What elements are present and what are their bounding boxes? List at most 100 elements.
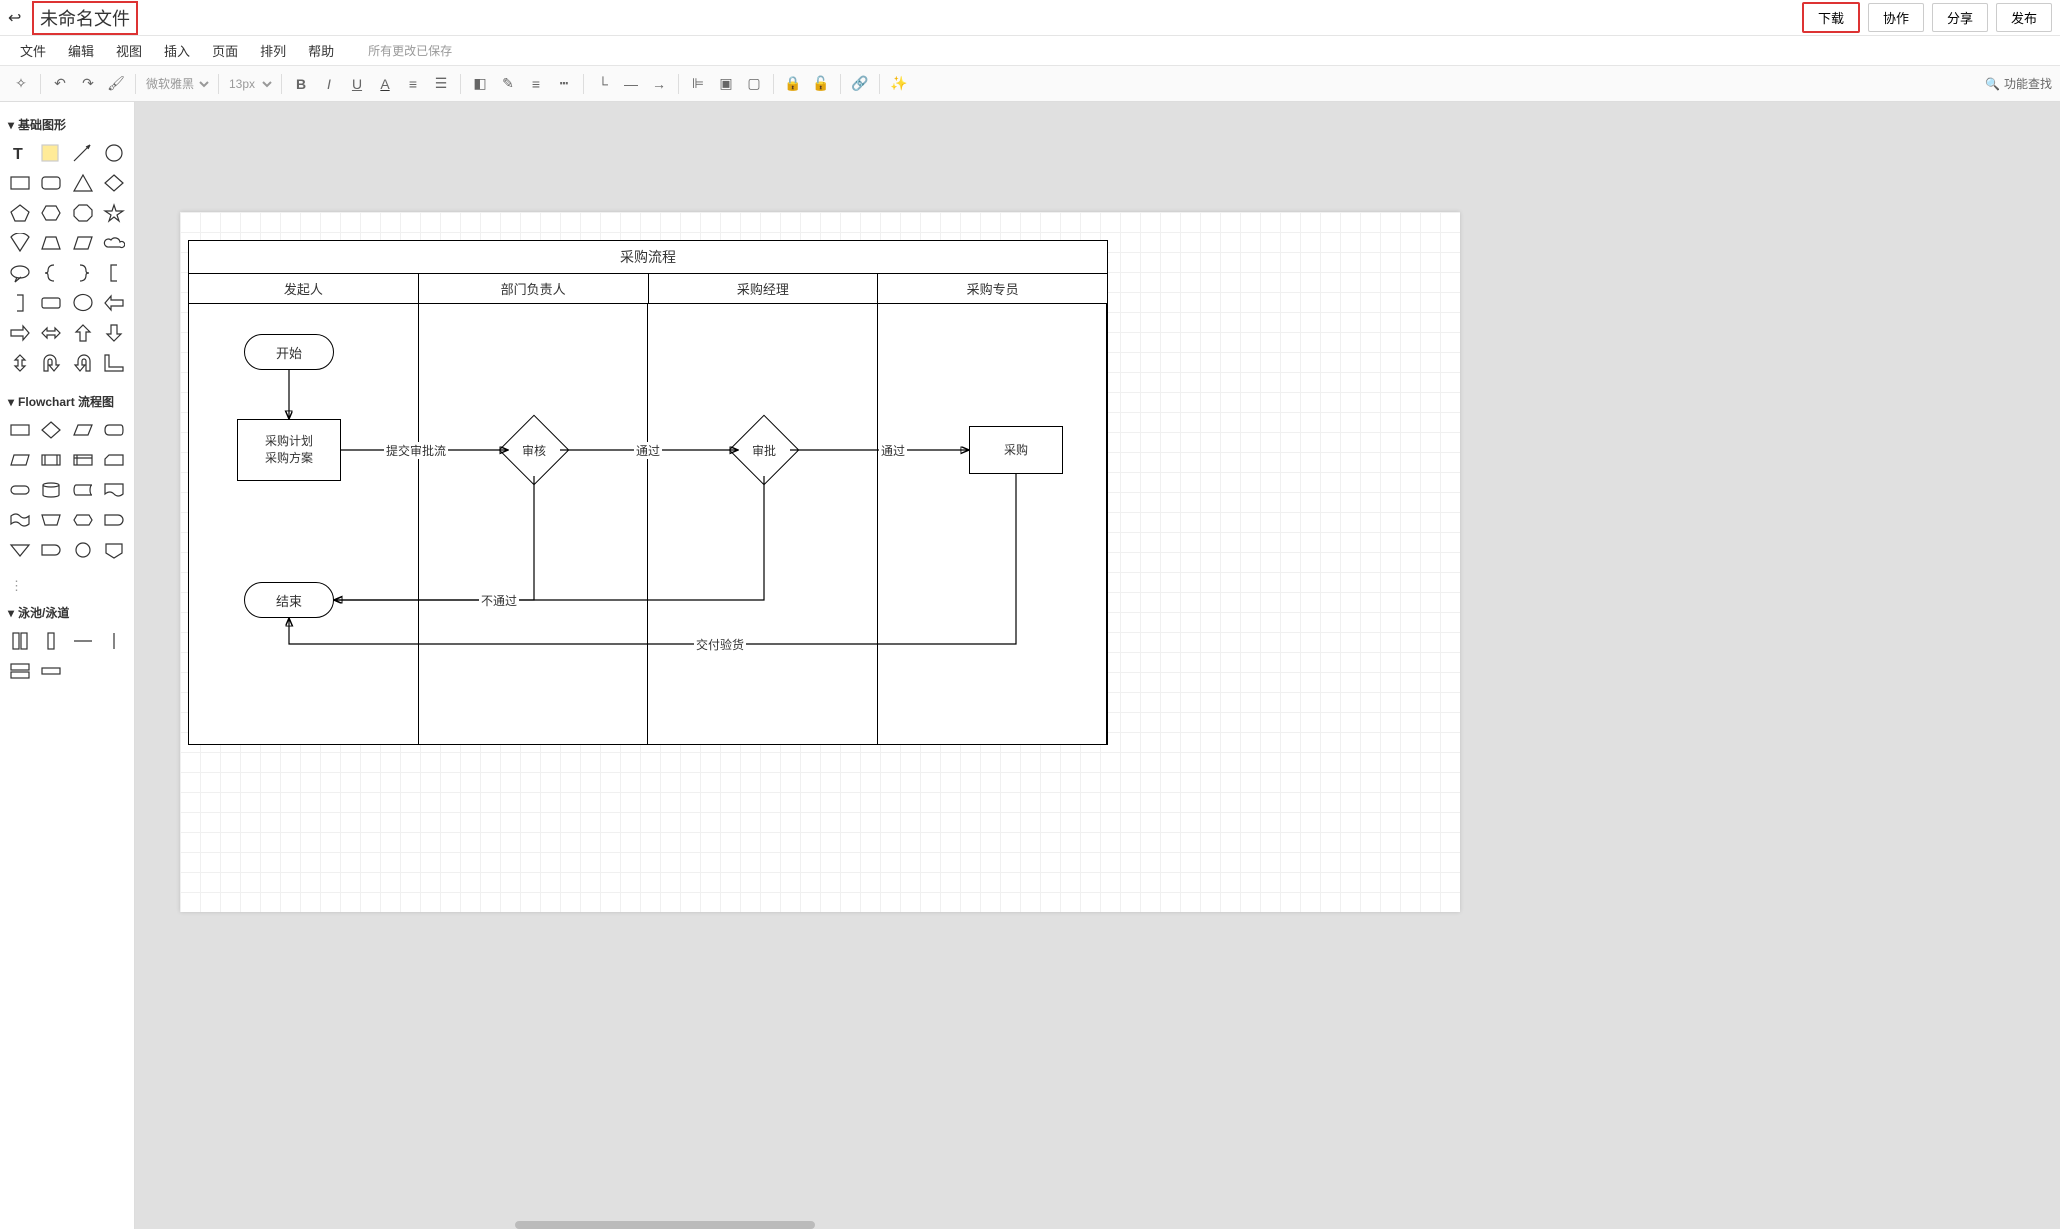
shape-bracket-r[interactable] [6,291,34,315]
back-arrow-icon[interactable]: ↩ [8,8,26,28]
lane-header-1[interactable]: 部门负责人 [419,274,649,303]
section-swimlane[interactable]: ▾ 泳池/泳道 [4,598,130,629]
line-width-icon[interactable]: ≡ [523,71,549,97]
section-flowchart[interactable]: ▾ Flowchart 流程图 [4,387,130,418]
shape-brace-r[interactable] [69,261,97,285]
node-review[interactable]: 审核 [499,415,569,485]
redo-icon[interactable]: ↷ [75,71,101,97]
sl-pool-h[interactable] [6,659,34,683]
shape-star[interactable] [101,201,129,225]
fc-database[interactable] [38,478,66,502]
menu-page[interactable]: 页面 [212,41,238,60]
shape-uturn2[interactable] [69,351,97,375]
menu-edit[interactable]: 编辑 [68,41,94,60]
arrow-start-icon[interactable]: — [618,71,644,97]
node-purchase[interactable]: 采购 [969,426,1063,474]
shape-octagon[interactable] [69,201,97,225]
collaborate-button[interactable]: 协作 [1868,3,1924,32]
list-icon[interactable]: ☰ [428,71,454,97]
fc-stored[interactable] [69,478,97,502]
shape-arrow-ud[interactable] [6,351,34,375]
node-start[interactable]: 开始 [244,334,334,370]
shape-parallelogram[interactable] [69,231,97,255]
link-icon[interactable]: 🔗 [847,71,873,97]
shape-bracket-l[interactable] [101,261,129,285]
fc-circle[interactable] [69,538,97,562]
line-color-icon[interactable]: ✎ [495,71,521,97]
node-end[interactable]: 结束 [244,582,334,618]
fill-color-icon[interactable]: ◧ [467,71,493,97]
shape-corner[interactable] [101,351,129,375]
sl-lane-h[interactable] [38,659,66,683]
shape-arrow-left[interactable] [101,291,129,315]
font-color-icon[interactable]: A [372,71,398,97]
shape-pentagon[interactable] [6,201,34,225]
font-family-select[interactable]: 微软雅黑 [142,76,212,92]
fc-decision[interactable] [38,418,66,442]
menu-file[interactable]: 文件 [20,41,46,60]
fc-terminator[interactable] [6,478,34,502]
menu-insert[interactable]: 插入 [164,41,190,60]
sl-sep-v[interactable] [101,629,129,653]
format-painter-icon[interactable]: 🖌 [103,71,129,97]
fc-process[interactable] [6,418,34,442]
menu-help[interactable]: 帮助 [308,41,334,60]
fc-card[interactable] [101,448,129,472]
shape-callout[interactable] [6,261,34,285]
horizontal-scrollbar[interactable] [515,1221,815,1229]
align-objects-icon[interactable]: ⊫ [685,71,711,97]
fc-manual[interactable] [38,508,66,532]
node-approve[interactable]: 审批 [729,415,799,485]
feature-search[interactable]: 功能查找 [2004,75,2052,92]
bring-front-icon[interactable]: ▣ [713,71,739,97]
fc-offpage[interactable] [101,538,129,562]
share-button[interactable]: 分享 [1932,3,1988,32]
shape-note[interactable] [38,141,66,165]
section-basic-shapes[interactable]: ▾ 基础图形 [4,110,130,141]
shape-hexagon[interactable] [38,201,66,225]
fc-prep[interactable] [69,508,97,532]
shape-line-arrow[interactable] [69,141,97,165]
italic-icon[interactable]: I [316,71,342,97]
magic-icon[interactable]: ✨ [886,71,912,97]
fc-connector[interactable] [38,538,66,562]
fc-io[interactable] [69,418,97,442]
shape-text[interactable]: T [6,141,34,165]
arrow-end-icon[interactable]: → [646,71,672,97]
shape-cloud[interactable] [101,231,129,255]
fc-doc[interactable] [101,478,129,502]
shape-uturn[interactable] [38,351,66,375]
menu-arrange[interactable]: 排列 [260,41,286,60]
fc-display[interactable] [101,418,129,442]
lane-header-0[interactable]: 发起人 [189,274,419,303]
shape-sector[interactable] [6,231,34,255]
download-button[interactable]: 下载 [1802,2,1860,33]
font-size-select[interactable]: 13px [225,76,275,92]
shape-diamond[interactable] [101,171,129,195]
shape-rect[interactable] [6,171,34,195]
node-plan[interactable]: 采购计划 采购方案 [237,419,341,481]
shape-triangle[interactable] [69,171,97,195]
lock-icon[interactable]: 🔒 [780,71,806,97]
fc-delay[interactable] [101,508,129,532]
lane-header-3[interactable]: 采购专员 [878,274,1107,303]
shape-drop[interactable] [69,291,97,315]
shape-rect2[interactable] [38,291,66,315]
fc-internal[interactable] [69,448,97,472]
align-icon[interactable]: ≡ [400,71,426,97]
shape-roundrect[interactable] [38,171,66,195]
document-title[interactable]: 未命名文件 [32,1,138,35]
shape-trapezoid[interactable] [38,231,66,255]
fc-predef[interactable] [38,448,66,472]
swimlane-pool[interactable]: 采购流程 发起人 部门负责人 采购经理 采购专员 开始 采购计划 采购方案 审核… [188,240,1108,745]
lane-header-2[interactable]: 采购经理 [649,274,879,303]
shape-arrow-lr[interactable] [38,321,66,345]
shape-brace-l[interactable] [38,261,66,285]
connector-icon[interactable]: └ [590,71,616,97]
shape-arrow-right[interactable] [6,321,34,345]
shape-arrow-up[interactable] [69,321,97,345]
fc-merge[interactable] [6,538,34,562]
shape-tool-icon[interactable]: ✧ [8,71,34,97]
canvas-area[interactable]: 采购流程 发起人 部门负责人 采购经理 采购专员 开始 采购计划 采购方案 审核… [135,102,2060,1229]
sl-pool-v[interactable] [6,629,34,653]
